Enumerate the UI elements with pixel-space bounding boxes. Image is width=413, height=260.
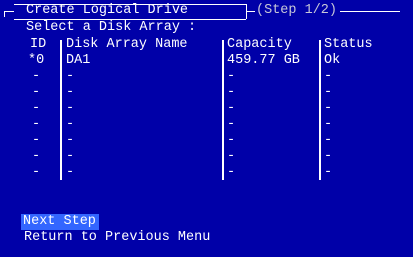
- row-status: -: [324, 149, 333, 164]
- row-capacity: -: [227, 133, 236, 148]
- row-name: -: [66, 133, 75, 148]
- row-id: -: [32, 165, 41, 180]
- row-capacity: -: [227, 149, 236, 164]
- row-capacity: 459.77 GB: [227, 53, 300, 68]
- row-status: -: [324, 133, 333, 148]
- row-id: -: [32, 69, 41, 84]
- frame-top-line-right: [340, 11, 400, 12]
- header-disk-array-name: Disk Array Name: [66, 37, 188, 52]
- row-capacity: -: [227, 85, 236, 100]
- row-capacity: -: [227, 117, 236, 132]
- row-name: DA1: [66, 53, 91, 68]
- row-id: *0: [28, 53, 45, 68]
- row-id: -: [32, 117, 41, 132]
- column-separator-capacity: [222, 40, 224, 180]
- row-capacity: -: [227, 165, 236, 180]
- row-status: -: [324, 85, 333, 100]
- bios-screen: Create Logical Drive (Step 1/2) Select a…: [0, 0, 413, 257]
- header-id: ID: [30, 37, 47, 52]
- row-status: -: [324, 165, 333, 180]
- row-id: -: [32, 133, 41, 148]
- row-id: -: [32, 149, 41, 164]
- row-status: -: [324, 117, 333, 132]
- header-status: Status: [324, 37, 373, 52]
- row-name: -: [66, 69, 75, 84]
- row-id: -: [32, 101, 41, 116]
- frame-top-line-left: [4, 11, 14, 12]
- row-name: -: [66, 101, 75, 116]
- frame-top-line-mid: [247, 11, 255, 12]
- row-name: -: [66, 149, 75, 164]
- row-name: -: [66, 165, 75, 180]
- row-status: -: [324, 69, 333, 84]
- row-status: Ok: [324, 53, 341, 68]
- column-separator-status: [319, 40, 321, 180]
- step-indicator: (Step 1/2): [256, 3, 338, 18]
- column-separator-name: [60, 40, 62, 180]
- row-id: -: [32, 85, 41, 100]
- next-step-menu-item[interactable]: Next Step: [21, 214, 99, 230]
- return-to-previous-menu-item[interactable]: Return to Previous Menu: [22, 230, 212, 246]
- row-name: -: [66, 117, 75, 132]
- row-status: -: [324, 101, 333, 116]
- row-capacity: -: [227, 101, 236, 116]
- row-capacity: -: [227, 69, 236, 84]
- select-prompt: Select a Disk Array :: [26, 20, 197, 35]
- header-capacity: Capacity: [227, 37, 292, 52]
- dialog-title: Create Logical Drive: [26, 3, 189, 18]
- row-name: -: [66, 85, 75, 100]
